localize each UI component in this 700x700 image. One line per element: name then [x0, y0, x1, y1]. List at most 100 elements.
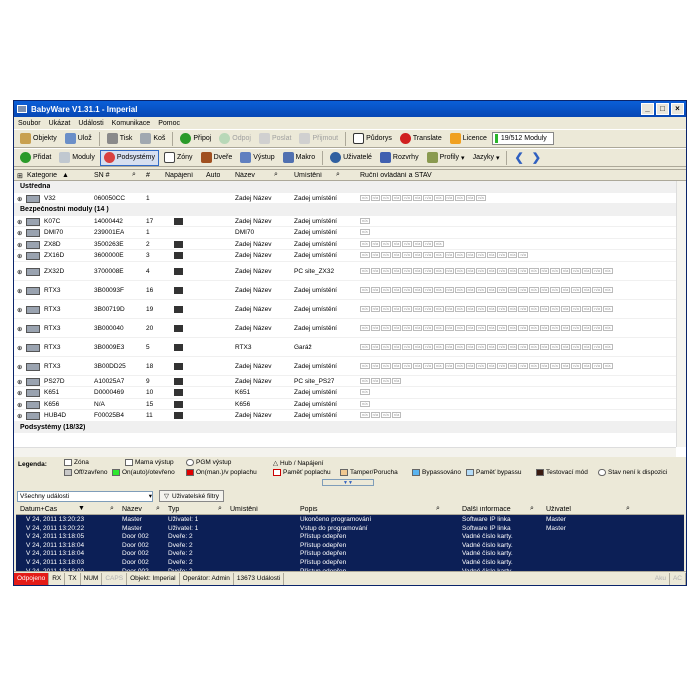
group-row[interactable]: Ústředna	[14, 181, 686, 193]
expand-icon[interactable]: ⊕	[17, 363, 22, 371]
status-box[interactable]: n/a	[497, 267, 507, 274]
status-box[interactable]: n/a	[370, 362, 381, 369]
back-button[interactable]: ❮	[511, 150, 526, 166]
status-box[interactable]: n/a	[433, 343, 444, 350]
doors-button[interactable]: Dveře	[198, 150, 236, 166]
status-box[interactable]: n/a	[391, 286, 402, 293]
status-box[interactable]: n/a	[444, 305, 455, 312]
status-box[interactable]: n/a	[423, 240, 433, 247]
expand-icon[interactable]: ⊕	[17, 389, 22, 397]
status-box[interactable]: n/a	[455, 286, 465, 293]
status-box[interactable]: n/a	[423, 252, 433, 258]
status-box[interactable]: n/a	[412, 286, 423, 293]
status-box[interactable]: n/a	[560, 267, 571, 274]
status-box[interactable]: n/a	[497, 324, 507, 331]
receive-button[interactable]: Přijmout	[296, 131, 341, 147]
status-box[interactable]: n/a	[433, 362, 444, 369]
status-box[interactable]: n/a	[539, 324, 550, 331]
header-more[interactable]: Další informace	[462, 506, 511, 513]
table-row[interactable]: ⊕ DMI70 239001EA 1 DMI70 Zadej umístění n/a	[14, 227, 686, 239]
status-box[interactable]: n/a	[402, 252, 412, 258]
status-box[interactable]: n/a	[550, 362, 560, 369]
status-box[interactable]: n/a	[465, 362, 476, 369]
license-button[interactable]: Licence	[447, 131, 490, 147]
status-box[interactable]: n/a	[360, 217, 370, 224]
connect-button[interactable]: Připoj	[177, 131, 214, 147]
add-button[interactable]: Přidat	[17, 150, 54, 166]
status-box[interactable]: n/a	[391, 343, 402, 350]
status-box[interactable]: n/a	[571, 305, 581, 312]
status-box[interactable]: n/a	[592, 305, 602, 312]
status-box[interactable]: n/a	[412, 194, 423, 201]
menu-view[interactable]: Ukázat	[49, 120, 71, 127]
status-box[interactable]: n/a	[360, 305, 370, 312]
status-box[interactable]: n/a	[507, 362, 518, 369]
status-box[interactable]: n/a	[381, 343, 391, 350]
status-box[interactable]: n/a	[571, 343, 581, 350]
profiles-button[interactable]: Profily ▾	[424, 150, 468, 166]
status-box[interactable]: n/a	[560, 305, 571, 312]
status-box[interactable]: n/a	[391, 267, 402, 274]
menu-file[interactable]: Soubor	[18, 120, 41, 127]
status-box[interactable]: n/a	[476, 286, 486, 293]
expand-icon[interactable]: ⊕	[17, 287, 22, 295]
status-box[interactable]: n/a	[455, 343, 465, 350]
header-desc[interactable]: Popis	[300, 506, 318, 513]
status-box[interactable]: n/a	[560, 343, 571, 350]
status-box[interactable]: n/a	[592, 267, 602, 274]
status-box[interactable]: n/a	[476, 305, 486, 312]
status-box[interactable]: n/a	[360, 343, 370, 350]
search-icon[interactable]: ⌕	[156, 505, 160, 513]
table-row[interactable]: ⊕ RTX3 3B00093F 16 Zadej Název Zadej umístění…	[14, 281, 686, 300]
status-box[interactable]: n/a	[444, 324, 455, 331]
status-box[interactable]: n/a	[465, 286, 476, 293]
status-box[interactable]: n/a	[465, 194, 476, 201]
status-box[interactable]: n/a	[581, 343, 592, 350]
status-box[interactable]: n/a	[571, 286, 581, 293]
expand-icon[interactable]: ⊕	[17, 344, 22, 352]
status-box[interactable]: n/a	[571, 362, 581, 369]
search-icon[interactable]: ⌕	[436, 505, 440, 513]
status-box[interactable]: n/a	[412, 362, 423, 369]
status-box[interactable]: n/a	[550, 324, 560, 331]
status-box[interactable]: n/a	[381, 324, 391, 331]
status-box[interactable]: n/a	[602, 286, 613, 293]
status-box[interactable]: n/a	[518, 343, 528, 350]
status-box[interactable]: n/a	[381, 412, 391, 418]
status-box[interactable]: n/a	[486, 343, 497, 350]
table-row[interactable]: ⊕ ZX16D 3600000E 3 Zadej Název Zadej umístění…	[14, 250, 686, 262]
status-box[interactable]: n/a	[539, 343, 550, 350]
status-box[interactable]: n/a	[370, 194, 381, 201]
status-box[interactable]: n/a	[370, 324, 381, 331]
table-row[interactable]: ⊕ RTX3 3B00719D 19 Zadej Název Zadej umístění…	[14, 300, 686, 319]
table-row[interactable]: ⊕ ZX32D 3700008E 4 Zadej Název PC site_ZX32 n/…	[14, 262, 686, 281]
table-row[interactable]: ⊕ V32 060050CC 1 Zadej Název Zadej umístění n/…	[14, 193, 686, 204]
status-box[interactable]: n/a	[539, 286, 550, 293]
header-type[interactable]: Typ	[168, 506, 179, 513]
table-row[interactable]: ⊕ HUB4D F00025B4 11 Zadej Název Zadej umístěn…	[14, 410, 686, 422]
translate-button[interactable]: Translate	[397, 131, 445, 147]
status-box[interactable]: n/a	[476, 267, 486, 274]
status-box[interactable]: n/a	[465, 343, 476, 350]
modules-button[interactable]: Moduly	[56, 150, 98, 166]
status-box[interactable]: n/a	[486, 286, 497, 293]
status-box[interactable]: n/a	[391, 252, 402, 258]
search-icon[interactable]: ⌕	[626, 505, 630, 513]
status-box[interactable]: n/a	[433, 305, 444, 312]
group-row[interactable]: Podsystémy (18/32)	[14, 421, 686, 433]
status-box[interactable]: n/a	[539, 305, 550, 312]
status-box[interactable]: n/a	[444, 267, 455, 274]
status-box[interactable]: n/a	[550, 305, 560, 312]
header-datetime[interactable]: Datum+Čas	[20, 506, 57, 513]
search-icon[interactable]: ⌕	[110, 505, 114, 513]
status-box[interactable]: n/a	[486, 305, 497, 312]
status-box[interactable]: n/a	[423, 267, 433, 274]
print-button[interactable]: Tisk	[104, 131, 136, 147]
macro-button[interactable]: Makro	[280, 150, 318, 166]
status-box[interactable]: n/a	[360, 324, 370, 331]
status-box[interactable]: n/a	[550, 267, 560, 274]
status-box[interactable]: n/a	[518, 324, 528, 331]
event-row[interactable]: V 24, 2011 13:18:04 Door 002 Dveře: 2 Příst…	[16, 549, 684, 558]
status-box[interactable]: n/a	[529, 305, 539, 312]
search-icon[interactable]: ⌕	[132, 171, 136, 179]
